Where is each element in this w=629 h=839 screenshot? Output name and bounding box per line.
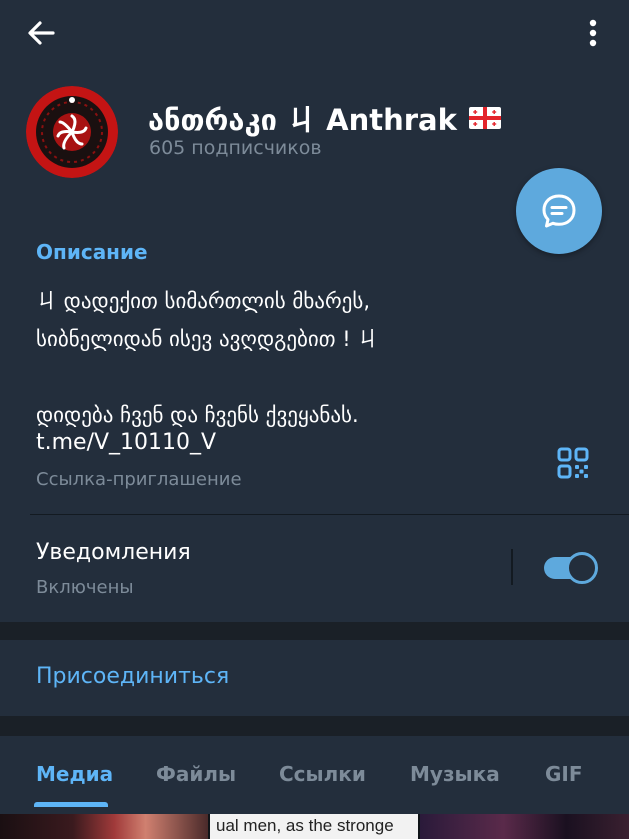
join-label[interactable]: Присоединиться xyxy=(36,664,229,689)
tab-files[interactable]: Файлы xyxy=(156,762,236,786)
active-tab-indicator xyxy=(34,802,108,807)
channel-title: ანთრაკი ㄐ Anthrak xyxy=(148,98,501,138)
thumbnail-caption: ual men, as the stronge xyxy=(216,816,394,835)
georgia-flag-icon xyxy=(468,107,501,129)
discussion-button[interactable] xyxy=(516,168,602,254)
invite-link-label: Ссылка-приглашение xyxy=(36,469,242,490)
qr-code-button[interactable] xyxy=(556,446,590,480)
subscriber-count: 605 подписчиков xyxy=(149,137,322,159)
toggle-knob[interactable] xyxy=(566,552,598,584)
notifications-status: Включены xyxy=(36,577,134,598)
invite-link[interactable]: t.me/V_10110_V xyxy=(36,430,216,455)
description-heading: Описание xyxy=(36,240,148,264)
message-icon xyxy=(542,194,576,228)
channel-logo xyxy=(26,86,118,178)
notifications-title[interactable]: Уведомления xyxy=(36,540,191,565)
media-thumbnail[interactable] xyxy=(0,814,208,839)
info-divider xyxy=(30,514,629,515)
media-grid: ual men, as the stronge xyxy=(0,814,629,839)
channel-description: ㄐ დადექით სიმართლის მხარეს, სიბნელიდან ი… xyxy=(36,289,379,427)
tab-gif[interactable]: GIF xyxy=(545,762,583,786)
tab-links[interactable]: Ссылки xyxy=(279,762,366,786)
back-button[interactable] xyxy=(22,14,60,52)
channel-avatar[interactable] xyxy=(26,86,118,178)
arrow-left-icon xyxy=(28,21,55,45)
media-thumbnail[interactable] xyxy=(420,814,629,839)
more-vertical-icon xyxy=(589,19,597,47)
channel-name-text: ანთრაკი ㄐ Anthrak xyxy=(148,103,457,137)
qr-code-icon xyxy=(557,447,589,479)
more-menu-button[interactable] xyxy=(574,14,612,52)
tab-music[interactable]: Музыка xyxy=(410,762,500,786)
tab-media[interactable]: Медиа xyxy=(36,762,113,786)
media-thumbnail[interactable]: ual men, as the stronge xyxy=(210,814,418,839)
notifications-separator xyxy=(511,549,513,585)
